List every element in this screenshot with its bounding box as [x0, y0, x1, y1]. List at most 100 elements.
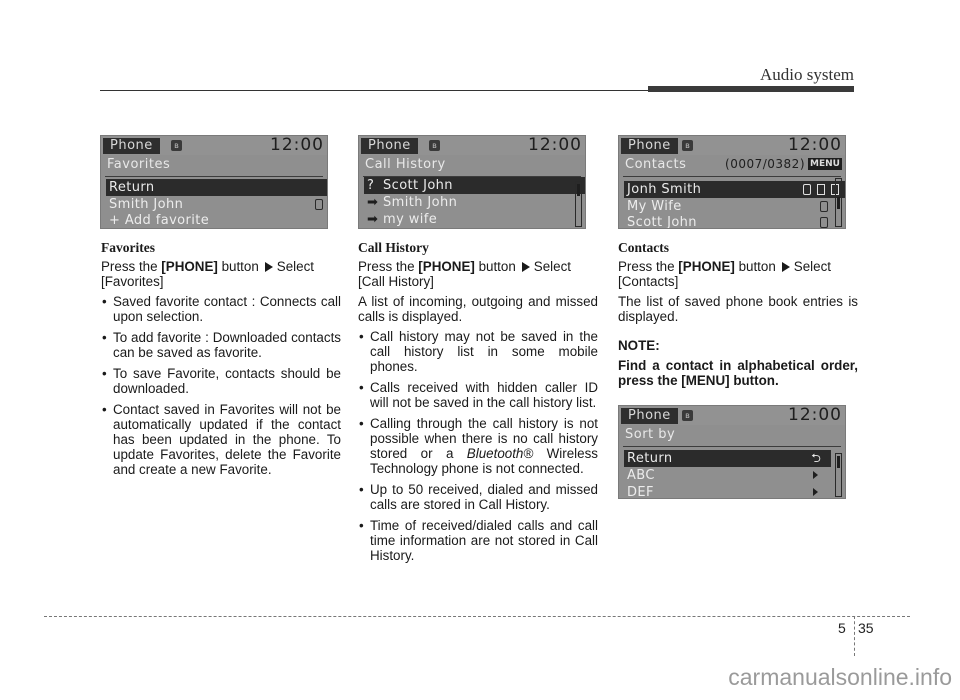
list-item-label: Smith John: [109, 197, 184, 212]
favorites-screen: Phone ʙ 12:00 Favorites Return Smith Joh…: [100, 135, 328, 229]
scrollbar-thumb[interactable]: [837, 456, 840, 468]
text: Select: [793, 259, 832, 274]
scrollbar-thumb[interactable]: [577, 184, 580, 196]
instruction: Press the [PHONE] button Select [Call Hist…: [358, 259, 598, 289]
chevron-right-icon: [813, 471, 818, 479]
bullet-list: Saved favorite contact : Connects call u…: [101, 294, 341, 477]
section-heading: Favorites: [101, 240, 155, 255]
watermark: carmanualsonline.info: [728, 664, 952, 690]
bullet-item: To add favorite : Downloaded contacts ca…: [101, 330, 341, 360]
note-label: NOTE:: [618, 338, 660, 353]
list-item-label: Jonh Smith: [627, 182, 702, 197]
scrollbar[interactable]: [575, 181, 582, 227]
list-item-label: DEF: [627, 485, 654, 499]
text: button: [734, 259, 776, 274]
instruction: Press the [PHONE] button Select [Contacts]: [618, 259, 858, 289]
page-number: 35: [858, 620, 874, 636]
list-item-label: Smith John: [383, 195, 458, 210]
outgoing-call-icon: ➡: [367, 212, 379, 227]
phone-tab: Phone: [621, 138, 678, 154]
text: Press the: [618, 259, 679, 274]
contact-item[interactable]: Scott John: [624, 214, 834, 229]
contact-item[interactable]: Jonh Smith: [624, 181, 845, 198]
section-heading: Contacts: [618, 240, 669, 255]
list-item-label: ABC: [627, 468, 655, 483]
text: Press the: [358, 259, 419, 274]
contacts-screen: Phone ʙ 12:00 Contacts (0007/0382) MENU …: [618, 135, 846, 229]
call-item[interactable]: ➡ my wife: [364, 211, 585, 228]
bullet-item: Call history may not be saved in the cal…: [358, 329, 598, 374]
header-rule-accent: [648, 86, 854, 92]
mobile-phone-icon: [820, 201, 828, 212]
text: [Contacts]: [618, 274, 679, 289]
list-item-label: Return: [627, 451, 673, 466]
clock: 12:00: [788, 135, 842, 155]
contact-counter: (0007/0382): [725, 157, 805, 171]
divider: [623, 446, 841, 447]
screen-subtitle: Favorites: [107, 157, 171, 172]
bluetooth-icon: ʙ: [682, 410, 693, 421]
mobile-phone-icon: [803, 184, 811, 195]
text: button: [474, 259, 516, 274]
bullet-item: Calls received with hidden caller ID wil…: [358, 380, 598, 410]
divider: [105, 176, 323, 177]
phone-tab: Phone: [103, 138, 160, 154]
call-item[interactable]: ➡ Smith John: [364, 194, 585, 211]
sort-option[interactable]: DEF: [624, 484, 834, 499]
list-item-return[interactable]: Return: [106, 179, 327, 196]
contacts-section: Contacts Press the [PHONE] button Select […: [618, 240, 858, 393]
bullet-list: Call history may not be saved in the cal…: [358, 329, 598, 563]
clock: 12:00: [528, 135, 582, 155]
text: button: [217, 259, 259, 274]
scrollbar[interactable]: [835, 453, 842, 497]
missed-call-icon: ?: [367, 178, 375, 193]
text: Select: [276, 259, 315, 274]
bluetooth-icon: ʙ: [682, 140, 693, 151]
bullet-item: Saved favorite contact : Connects call u…: [101, 294, 341, 324]
chevron-right-icon: [813, 488, 818, 496]
text: [Favorites]: [101, 274, 164, 289]
phone-button-label: [PHONE]: [418, 259, 475, 274]
list-item-label: Scott John: [383, 178, 453, 193]
contact-item[interactable]: My Wife: [624, 198, 834, 215]
bluetooth-brand: Bluetooth®: [466, 446, 534, 461]
bluetooth-icon: ʙ: [429, 140, 440, 151]
return-icon[interactable]: ⮌: [801, 450, 831, 467]
screen-subtitle: Contacts: [625, 157, 687, 172]
call-item[interactable]: ? Scott John: [364, 177, 585, 194]
home-icon: [817, 184, 825, 195]
note-text: Find a contact in alphabetical order, pr…: [618, 358, 858, 388]
list-item-label: + Add favorite: [109, 213, 210, 228]
add-favorite-item[interactable]: + Add favorite: [106, 212, 327, 228]
bullet-item: To save Favorite, contacts should be dow…: [101, 366, 341, 396]
screen-subtitle: Sort by: [625, 427, 676, 442]
list-item-label: Return: [109, 180, 155, 195]
scrollbar[interactable]: [835, 178, 842, 227]
scrollbar-thumb[interactable]: [837, 197, 840, 209]
list-item-return[interactable]: Return: [624, 450, 809, 467]
list-item-label: my wife: [383, 212, 438, 227]
text: Select: [533, 259, 572, 274]
footer-rule: [44, 616, 910, 617]
phone-tab: Phone: [361, 138, 418, 154]
list-item-favorite[interactable]: Smith John: [106, 196, 327, 213]
text: [Call History]: [358, 274, 434, 289]
screen-subtitle: Call History: [365, 157, 446, 172]
menu-badge[interactable]: MENU: [808, 158, 842, 170]
play-arrow-icon: [781, 262, 790, 272]
bullet-item: Contact saved in Favorites will not be a…: [101, 402, 341, 477]
outgoing-call-icon: ➡: [367, 195, 379, 210]
mobile-phone-icon: [820, 217, 828, 228]
section-heading: Call History: [358, 240, 429, 255]
bluetooth-icon: ʙ: [171, 140, 182, 151]
phone-button-label: [PHONE]: [678, 259, 735, 274]
sort-option[interactable]: ABC: [624, 467, 834, 484]
bullet-item: Calling through the call history is not …: [358, 416, 598, 476]
sort-by-screen: Phone ʙ 12:00 Sort by Return ⮌ ABC DEF: [618, 405, 846, 499]
phone-tab: Phone: [621, 408, 678, 424]
section-title: Audio system: [760, 65, 854, 84]
header-rule: [100, 90, 648, 91]
phone-button-label: [PHONE]: [161, 259, 218, 274]
clock: 12:00: [788, 405, 842, 425]
list-item-label: Scott John: [627, 215, 697, 229]
